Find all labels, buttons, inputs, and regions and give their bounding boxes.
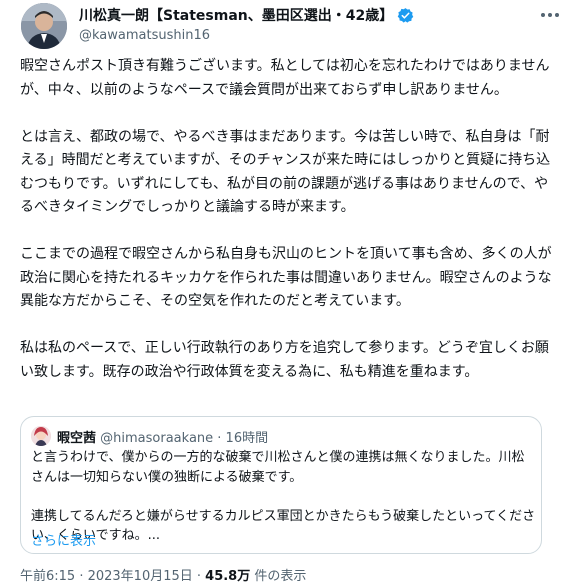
tweet-timestamp[interactable]: 午前6:15 · 2023年10月15日 · [20,569,205,584]
tweet-paragraph: 暇空さんポスト頂き有難うございます。私としては初心を忘れたわけではありませんが、… [20,58,550,98]
tweet-paragraph: ここまでの過程で暇空さんから私自身も沢山のヒントを頂いて事も含め、多くの人が政治… [20,246,552,309]
quoted-author-meta: @himasoraakane · 16時間 [100,431,269,446]
tweet-paragraph: 私は私のペースで、正しい行政執行のあり方を追究して参ります。どうぞ宜しくお願い致… [20,340,549,380]
show-more-link[interactable]: さらに表示 [31,530,96,549]
quoted-text: と言うわけで、僕からの一方的な破棄で川松さんと僕の連携は無くなりました。川松さん… [31,448,536,546]
tweet-paragraph: とは言え、都政の場で、やるべき事はまだあります。今は苦しい時で、私自身は「耐える… [20,128,551,216]
view-count-suffix: 件の表示 [250,569,307,584]
author-handle[interactable]: @kawamatsushin16 [79,28,210,43]
quoted-tweet[interactable]: 暇空茜 @himasoraakane · 16時間 と言うわけで、僕からの一方的… [20,416,542,554]
tweet-text: 暇空さんポスト頂き有難うございます。私としては初心を忘れたわけではありませんが、… [20,55,558,384]
quoted-header: 暇空茜 @himasoraakane · 16時間 [57,427,268,446]
verified-badge-icon [397,7,414,23]
view-count: 45.8万 [205,569,251,584]
tweet-card: 川松真一朗【Statesman、墨田区選出・42歳】 @kawamatsushi… [0,0,581,584]
more-dots-icon[interactable] [539,8,561,22]
author-avatar[interactable] [21,3,67,49]
quoted-author-name[interactable]: 暇空茜 [57,431,96,446]
tweet-footer: 午前6:15 · 2023年10月15日 · 45.8万 件の表示 [20,565,306,584]
quoted-paragraph: と言うわけで、僕からの一方的な破棄で川松さんと僕の連携は無くなりました。川松さん… [31,450,525,485]
author-name-row[interactable]: 川松真一朗【Statesman、墨田区選出・42歳】 [79,5,414,25]
quoted-paragraph: 連携してるんだろと嫌がらせするカルピス軍団とかきたらもう破棄したといってください… [31,508,536,544]
author-name[interactable]: 川松真一朗【Statesman、墨田区選出・42歳】 [79,5,393,25]
quoted-author-avatar[interactable] [31,426,51,446]
